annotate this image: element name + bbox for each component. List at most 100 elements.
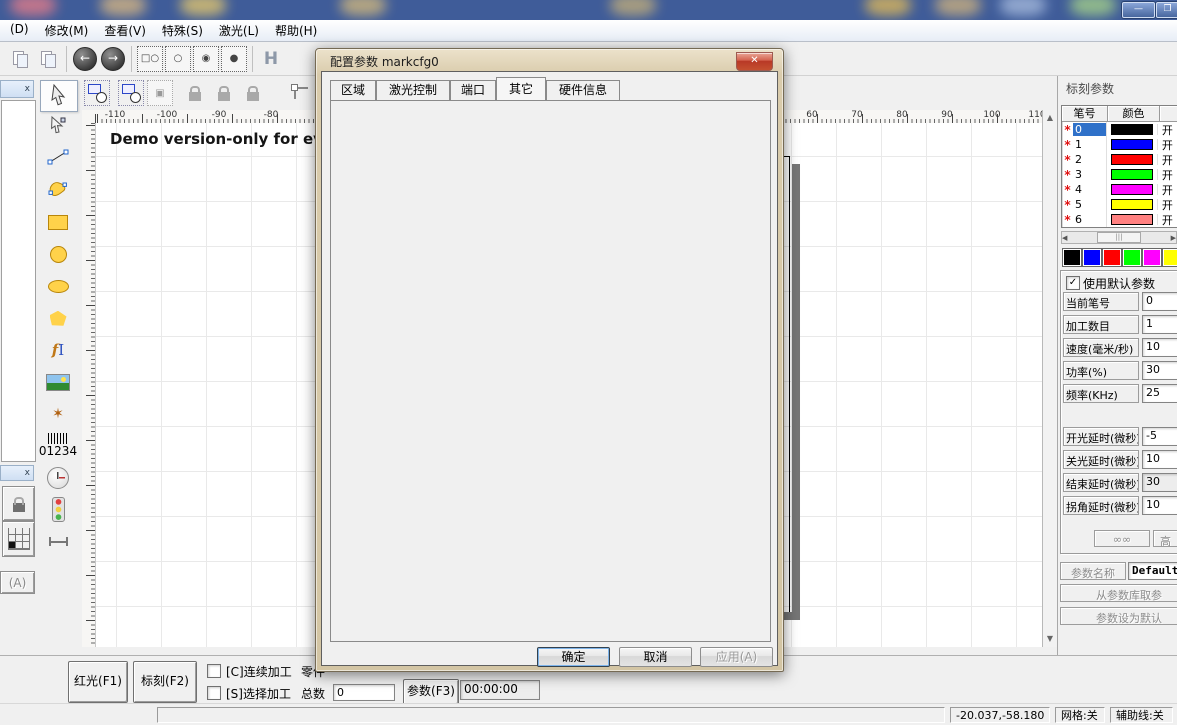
menu-item-3[interactable]: 特殊(S) <box>154 20 211 41</box>
palette-swatch-1[interactable] <box>1082 248 1102 267</box>
io-tool[interactable] <box>40 495 76 525</box>
menu-item-1[interactable]: 修改(M) <box>37 20 97 41</box>
menu-item-2[interactable]: 查看(V) <box>96 20 154 41</box>
ungroup-icon[interactable]: ● <box>220 45 248 73</box>
hatch-icon[interactable]: H <box>257 45 285 73</box>
select-tool[interactable] <box>40 80 78 112</box>
object-list-panel[interactable] <box>1 100 36 462</box>
rotate-object-icon[interactable] <box>117 79 145 107</box>
vector-file-tool[interactable]: ✶ <box>40 399 76 429</box>
circle-tool[interactable] <box>40 240 76 270</box>
param-f3-button[interactable]: 参数(F3) <box>403 679 459 705</box>
lock-xy-icon[interactable] <box>239 79 267 107</box>
node-edit-tool[interactable] <box>40 112 76 142</box>
polygon-tool[interactable] <box>40 303 76 333</box>
pen-row-4[interactable]: *4开 <box>1062 182 1177 197</box>
node-add-icon[interactable]: □○ <box>136 45 164 73</box>
pen-row-2[interactable]: *2开 <box>1062 152 1177 167</box>
pen-param-input-0[interactable]: 0 <box>1142 292 1177 311</box>
menu-item-5[interactable]: 帮助(H) <box>267 20 325 41</box>
lock-x-icon[interactable] <box>181 79 209 107</box>
lock-button[interactable] <box>2 486 35 521</box>
tab-区域[interactable]: 区域 <box>330 80 376 100</box>
snap-corner-icon[interactable] <box>287 79 315 107</box>
jump-tool[interactable] <box>40 527 76 557</box>
pen-row-0[interactable]: *0开 <box>1062 122 1177 137</box>
scroll-up-icon[interactable]: ▲ <box>1043 113 1057 122</box>
pen-row-6[interactable]: *6开 <box>1062 212 1177 227</box>
loop-button[interactable]: ∞∞ <box>1094 530 1150 547</box>
pen-row-1[interactable]: *1开 <box>1062 137 1177 152</box>
scrollbar-thumb[interactable]: ||| <box>1097 232 1141 243</box>
group-icon[interactable]: ◉ <box>192 45 220 73</box>
copy-icon[interactable] <box>6 45 34 73</box>
param-name-field[interactable]: Default <box>1128 562 1177 580</box>
pen-param-input-2[interactable]: 10 <box>1142 338 1177 357</box>
scroll-left-icon[interactable]: ◀ <box>1062 234 1067 242</box>
ok-button[interactable]: 确定 <box>537 647 610 667</box>
apply-button[interactable]: 应用(A) <box>700 647 773 667</box>
forward-icon[interactable]: → <box>99 45 127 73</box>
pen-param-input-1[interactable]: 1 <box>1142 315 1177 334</box>
param-name-button[interactable]: 参数名称 <box>1060 562 1126 580</box>
lock-y-icon[interactable] <box>210 79 238 107</box>
back-icon[interactable]: ← <box>71 45 99 73</box>
red-light-button[interactable]: 红光(F1) <box>68 661 128 703</box>
pen-col-header-1[interactable]: 颜色 <box>1108 106 1160 122</box>
palette-swatch-3[interactable] <box>1122 248 1142 267</box>
pen-delay-input-1[interactable]: 10 <box>1142 450 1177 469</box>
restore-button[interactable]: ❐ <box>1156 2 1177 18</box>
palette-swatch-2[interactable] <box>1102 248 1122 267</box>
menu-item-4[interactable]: 激光(L) <box>211 20 267 41</box>
mark-button[interactable]: 标刻(F2) <box>133 661 197 703</box>
tab-其它[interactable]: 其它 <box>496 77 546 100</box>
window-titlebar[interactable]: — ❐ <box>0 0 1177 20</box>
cancel-button[interactable]: 取消 <box>619 647 692 667</box>
curve-tool[interactable] <box>40 176 76 206</box>
ellipse-tool[interactable] <box>40 271 76 301</box>
pen-table[interactable]: 笔号颜色开*0开*1开*2开*3开*4开*5开*6开 <box>1061 105 1177 228</box>
pen-table-hscrollbar[interactable]: ◀ ||| ▶ <box>1061 231 1177 244</box>
move-object-icon[interactable] <box>83 79 111 107</box>
palette-swatch-5[interactable] <box>1162 248 1177 267</box>
set-default-button[interactable]: 参数设为默认 <box>1060 607 1177 625</box>
paste-icon[interactable] <box>34 45 62 73</box>
pen-delay-input-3[interactable]: 10 <box>1142 496 1177 515</box>
node-delete-icon[interactable]: ○ <box>164 45 192 73</box>
bitmap-tool[interactable] <box>40 367 76 397</box>
tab-硬件信息[interactable]: 硬件信息 <box>546 80 620 100</box>
palette-swatch-4[interactable] <box>1142 248 1162 267</box>
select-mark-checkbox[interactable] <box>207 686 221 700</box>
menu-item-0[interactable]: (D) <box>2 20 37 41</box>
total-count-field[interactable]: 0 <box>333 684 395 701</box>
from-library-button[interactable]: 从参数库取参 <box>1060 584 1177 602</box>
palette-swatch-0[interactable] <box>1062 248 1082 267</box>
pen-param-input-4[interactable]: 25 <box>1142 384 1177 403</box>
dialog-close-button[interactable]: ✕ <box>736 52 773 71</box>
grid-cell-button[interactable] <box>2 521 35 557</box>
array-copy-icon[interactable]: ▣ <box>146 79 174 107</box>
rectangle-tool[interactable] <box>40 208 76 238</box>
continuous-checkbox[interactable] <box>207 664 221 678</box>
pen-delay-input-2[interactable]: 30 <box>1142 473 1177 492</box>
line-tool[interactable] <box>40 144 76 174</box>
tab-激光控制[interactable]: 激光控制 <box>376 80 450 100</box>
close-icon[interactable]: x <box>25 84 30 94</box>
pen-col-header-0[interactable]: 笔号 <box>1062 106 1108 122</box>
close-icon[interactable]: x <box>25 468 30 478</box>
scroll-down-icon[interactable]: ▼ <box>1043 634 1057 643</box>
scroll-right-icon[interactable]: ▶ <box>1171 234 1176 242</box>
pen-param-input-3[interactable]: 30 <box>1142 361 1177 380</box>
tab-端口[interactable]: 端口 <box>450 80 496 100</box>
canvas-vertical-scrollbar[interactable]: ▲ ▼ <box>1042 110 1058 647</box>
delay-tool[interactable] <box>40 463 76 493</box>
text-tool[interactable]: fI <box>40 335 76 365</box>
pen-delay-input-0[interactable]: -5 <box>1142 427 1177 446</box>
pen-col-header-2[interactable]: 开 <box>1160 106 1177 122</box>
use-default-checkbox[interactable]: ✓ <box>1066 276 1080 290</box>
pen-row-5[interactable]: *5开 <box>1062 197 1177 212</box>
pen-row-3[interactable]: *3开 <box>1062 167 1177 182</box>
panel-a-button[interactable]: (A) <box>0 571 35 594</box>
advanced-button[interactable]: 高 <box>1153 530 1177 547</box>
barcode-tool[interactable]: 01234 <box>40 431 76 461</box>
